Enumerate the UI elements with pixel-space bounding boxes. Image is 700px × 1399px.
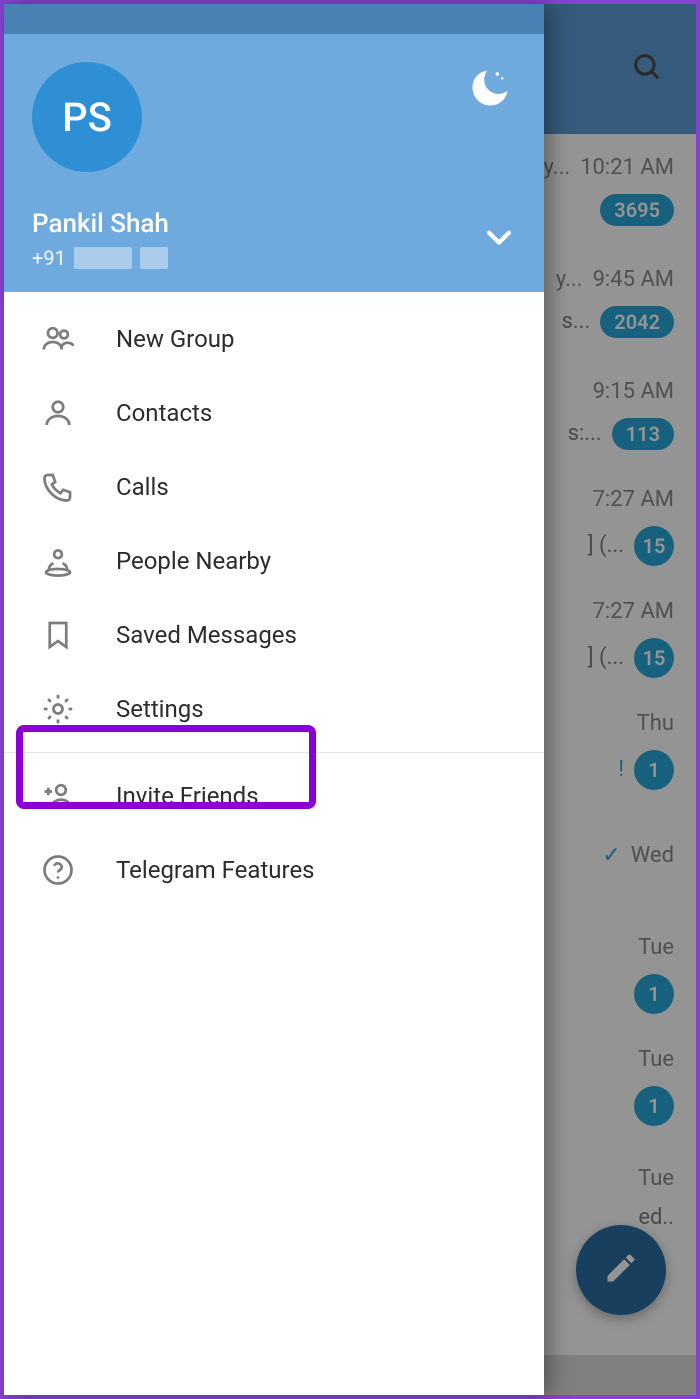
navigation-drawer: PS Pankil Shah +91 [4,4,544,1395]
user-phone: +91 [32,246,169,270]
menu-label: Calls [116,473,169,501]
invite-icon [38,778,78,814]
menu-item-calls[interactable]: Calls [4,450,544,524]
redacted-box [140,247,168,269]
person-icon [38,395,78,431]
location-person-icon [38,543,78,579]
menu-divider [4,752,544,753]
avatar-initials: PS [62,94,112,141]
moon-icon [469,67,511,113]
avatar[interactable]: PS [32,62,142,172]
menu-label: New Group [116,325,234,353]
status-bar [4,4,544,34]
menu-label: Invite Friends [116,782,259,810]
help-icon [38,852,78,888]
expand-accounts-button[interactable] [482,220,516,258]
menu-item-telegram-features[interactable]: Telegram Features [4,833,544,907]
menu-item-contacts[interactable]: Contacts [4,376,544,450]
phone-prefix: +91 [32,246,66,270]
drawer-header: PS Pankil Shah +91 [4,34,544,292]
chevron-down-icon [482,239,516,258]
group-icon [38,321,78,357]
drawer-menu: New Group Contacts Calls People Nearby [4,292,544,907]
menu-item-settings[interactable]: Settings [4,672,544,746]
menu-label: Contacts [116,399,212,427]
app-screen: y...10:21 AM 3695 y...9:45 AM s...2042 9… [0,0,700,1399]
menu-item-saved-messages[interactable]: Saved Messages [4,598,544,672]
menu-label: Saved Messages [116,621,297,649]
night-mode-toggle[interactable] [466,66,514,114]
phone-icon [38,469,78,505]
menu-label: Telegram Features [116,856,315,884]
menu-item-new-group[interactable]: New Group [4,302,544,376]
redacted-box [74,247,132,269]
menu-item-people-nearby[interactable]: People Nearby [4,524,544,598]
bookmark-icon [38,617,78,653]
menu-label: People Nearby [116,547,271,575]
gear-icon [38,691,78,727]
user-name: Pankil Shah [32,208,169,242]
menu-label: Settings [116,695,204,723]
menu-item-invite-friends[interactable]: Invite Friends [4,759,544,833]
